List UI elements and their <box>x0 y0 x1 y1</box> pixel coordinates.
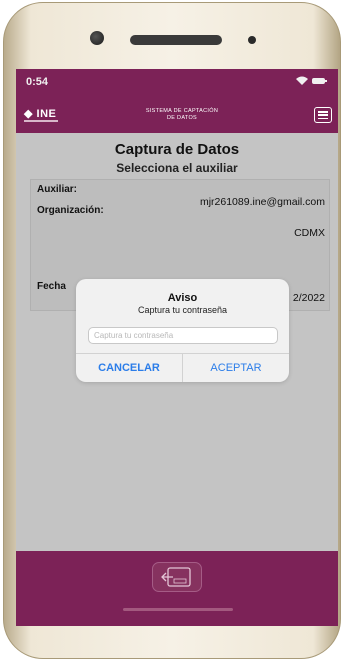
fecha-label: Fecha <box>37 281 66 292</box>
earpiece-speaker <box>130 35 222 45</box>
page-subtitle: Selecciona el auxiliar <box>116 161 238 175</box>
front-camera-icon <box>90 31 104 45</box>
main-content: Captura de Datos Selecciona el auxiliar … <box>16 133 338 551</box>
wifi-battery-icon <box>296 76 327 85</box>
fecha-value: 2/2022 <box>292 292 325 304</box>
status-time: 0:54 <box>26 76 49 88</box>
bottom-bar <box>16 551 338 626</box>
system-title-line1: SISTEMA DE CAPTACIÓN <box>145 108 219 114</box>
phone-frame: 0:54 ◆ INE SISTEMA DE CAPTACIÓN DE DATOS <box>3 2 341 659</box>
auxiliar-value: mjr261089.ine@gmail.com <box>199 196 325 208</box>
status-icons <box>294 75 328 90</box>
hamburger-icon-bar <box>318 111 328 113</box>
status-bar: 0:54 <box>16 69 338 97</box>
home-indicator[interactable] <box>123 608 233 611</box>
hamburger-icon-bar <box>318 114 328 116</box>
organizacion-value: CDMX <box>294 227 325 239</box>
accept-button[interactable]: ACEPTAR <box>183 353 289 382</box>
cancel-button[interactable]: CANCELAR <box>76 353 182 382</box>
hamburger-icon-bar <box>318 117 328 119</box>
app-header: ◆ INE SISTEMA DE CAPTACIÓN DE DATOS <box>16 97 338 133</box>
sensor-icon <box>248 36 256 44</box>
password-dialog: Aviso Captura tu contraseña CANCELAR ACE… <box>76 279 289 382</box>
auxiliar-label: Auxiliar: <box>37 184 78 195</box>
system-title: SISTEMA DE CAPTACIÓN DE DATOS <box>126 108 238 122</box>
organizacion-label: Organización: <box>37 205 104 216</box>
dialog-message: Captura tu contraseña <box>137 305 228 315</box>
logout-button[interactable] <box>152 562 202 592</box>
logout-icon <box>161 567 191 587</box>
page-title: Captura de Datos <box>114 141 240 158</box>
screen: 0:54 ◆ INE SISTEMA DE CAPTACIÓN DE DATOS <box>16 69 338 626</box>
ine-logo: ◆ INE <box>24 108 57 120</box>
system-title-line2: DE DATOS <box>166 115 197 121</box>
dialog-title: Aviso <box>167 292 198 304</box>
logo-underline <box>24 120 58 122</box>
password-input[interactable] <box>88 327 278 344</box>
menu-button[interactable] <box>314 107 332 123</box>
